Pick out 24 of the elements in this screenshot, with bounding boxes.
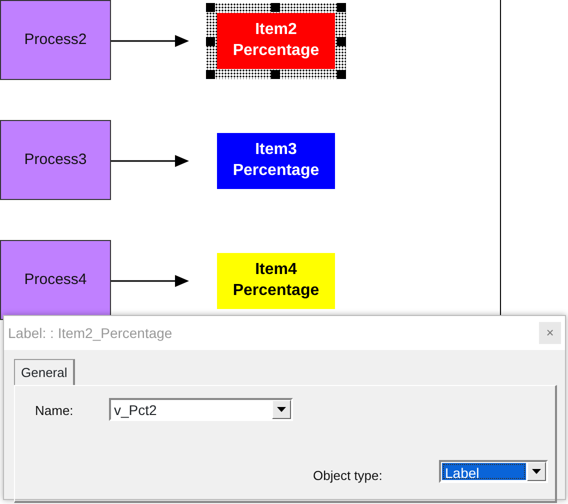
process-node: Process2	[0, 0, 111, 80]
resize-handle[interactable]	[206, 3, 215, 12]
tab[interactable]: General	[14, 359, 76, 386]
process-node: Process3	[0, 120, 111, 200]
resize-handle[interactable]	[337, 70, 346, 79]
dropdown-field[interactable]: Label	[439, 460, 548, 482]
percentage-label[interactable]: Item2 Percentage	[217, 13, 335, 69]
percentage-label[interactable]: Item4 Percentage	[217, 253, 335, 309]
dialog-title: Label: : Item2_Percentage	[8, 324, 172, 343]
resize-handle[interactable]	[271, 3, 280, 12]
field-label: Name:	[35, 402, 74, 420]
resize-handle[interactable]	[206, 70, 215, 79]
resize-handle[interactable]	[337, 3, 346, 12]
caret-icon	[532, 468, 541, 474]
dropdown-field[interactable]: v_Pct2	[109, 398, 293, 420]
selection-frame[interactable]: Item2 Percentage	[206, 3, 346, 79]
process-node: Process4	[0, 240, 111, 320]
resize-handle[interactable]	[337, 37, 346, 46]
resize-handle[interactable]	[271, 70, 280, 79]
caret-icon	[277, 406, 286, 412]
close-button[interactable]: ×	[539, 322, 561, 344]
field-label: Object type:	[313, 466, 382, 485]
percentage-label[interactable]: Item3 Percentage	[217, 133, 335, 189]
resize-handle[interactable]	[206, 37, 215, 46]
